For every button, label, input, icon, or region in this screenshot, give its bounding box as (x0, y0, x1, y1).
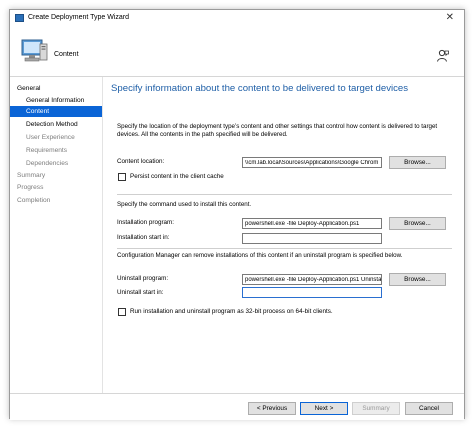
summary-button[interactable]: Summary (352, 402, 400, 415)
persist-cache-label: Persist content in the client cache (130, 173, 224, 180)
nav-general[interactable]: General (10, 83, 102, 94)
uninstall-start-label: Uninstall start in: (117, 289, 164, 296)
content-panel: Specify information about the content to… (109, 77, 460, 393)
section-divider (117, 248, 452, 249)
title-bar: Create Deployment Type Wizard ✕ (10, 10, 464, 27)
nav-detection-method[interactable]: Detection Method (10, 119, 102, 130)
content-location-input[interactable] (242, 157, 382, 168)
close-icon[interactable]: ✕ (446, 12, 454, 24)
nav-progress[interactable]: Progress (10, 182, 102, 193)
nav-completion[interactable]: Completion (10, 195, 102, 206)
run-32bit-checkbox[interactable] (118, 308, 126, 316)
nav-requirements[interactable]: Requirements (10, 145, 102, 156)
computer-icon (21, 39, 48, 62)
install-program-label: Installation program: (117, 219, 175, 226)
nav-summary[interactable]: Summary (10, 170, 102, 181)
content-location-label: Content location: (117, 158, 165, 165)
previous-button[interactable]: < Previous (248, 402, 296, 415)
page-label: Content (54, 51, 79, 58)
uninstall-description: Configuration Manager can remove install… (117, 252, 403, 259)
wizard-app-icon (15, 14, 24, 22)
nav-user-experience[interactable]: User Experience (10, 132, 102, 143)
cancel-button[interactable]: Cancel (405, 402, 453, 415)
next-button[interactable]: Next > (300, 402, 348, 415)
run-32bit-label: Run installation and uninstall program a… (130, 308, 333, 315)
nav-dependencies[interactable]: Dependencies (10, 158, 102, 169)
browse-install-button[interactable]: Browse... (389, 217, 446, 230)
page-heading: Specify information about the content to… (111, 83, 409, 94)
nav-general-information[interactable]: General Information (10, 95, 102, 106)
wizard-window: Create Deployment Type Wizard ✕ Content … (9, 9, 465, 420)
uninstall-start-input[interactable] (242, 287, 382, 298)
persist-cache-checkbox[interactable] (118, 173, 126, 181)
help-person-icon[interactable] (436, 49, 450, 63)
wizard-header: Content (10, 27, 464, 77)
uninstall-program-label: Uninstall program: (117, 275, 169, 282)
section-divider (117, 194, 452, 195)
install-program-input[interactable] (242, 218, 382, 229)
nav-content[interactable]: Content (10, 106, 102, 117)
browse-content-button[interactable]: Browse... (389, 156, 446, 169)
wizard-sidebar: General General Information Content Dete… (10, 77, 103, 393)
uninstall-program-input[interactable] (242, 274, 382, 285)
command-description: Specify the command used to install this… (117, 201, 252, 208)
window-title: Create Deployment Type Wizard (28, 14, 130, 21)
content-description: Specify the location of the deployment t… (117, 123, 438, 138)
install-start-input[interactable] (242, 233, 382, 244)
browse-uninstall-button[interactable]: Browse... (389, 273, 446, 286)
install-start-label: Installation start in: (117, 234, 170, 241)
wizard-footer: < Previous Next > Summary Cancel (10, 393, 464, 420)
